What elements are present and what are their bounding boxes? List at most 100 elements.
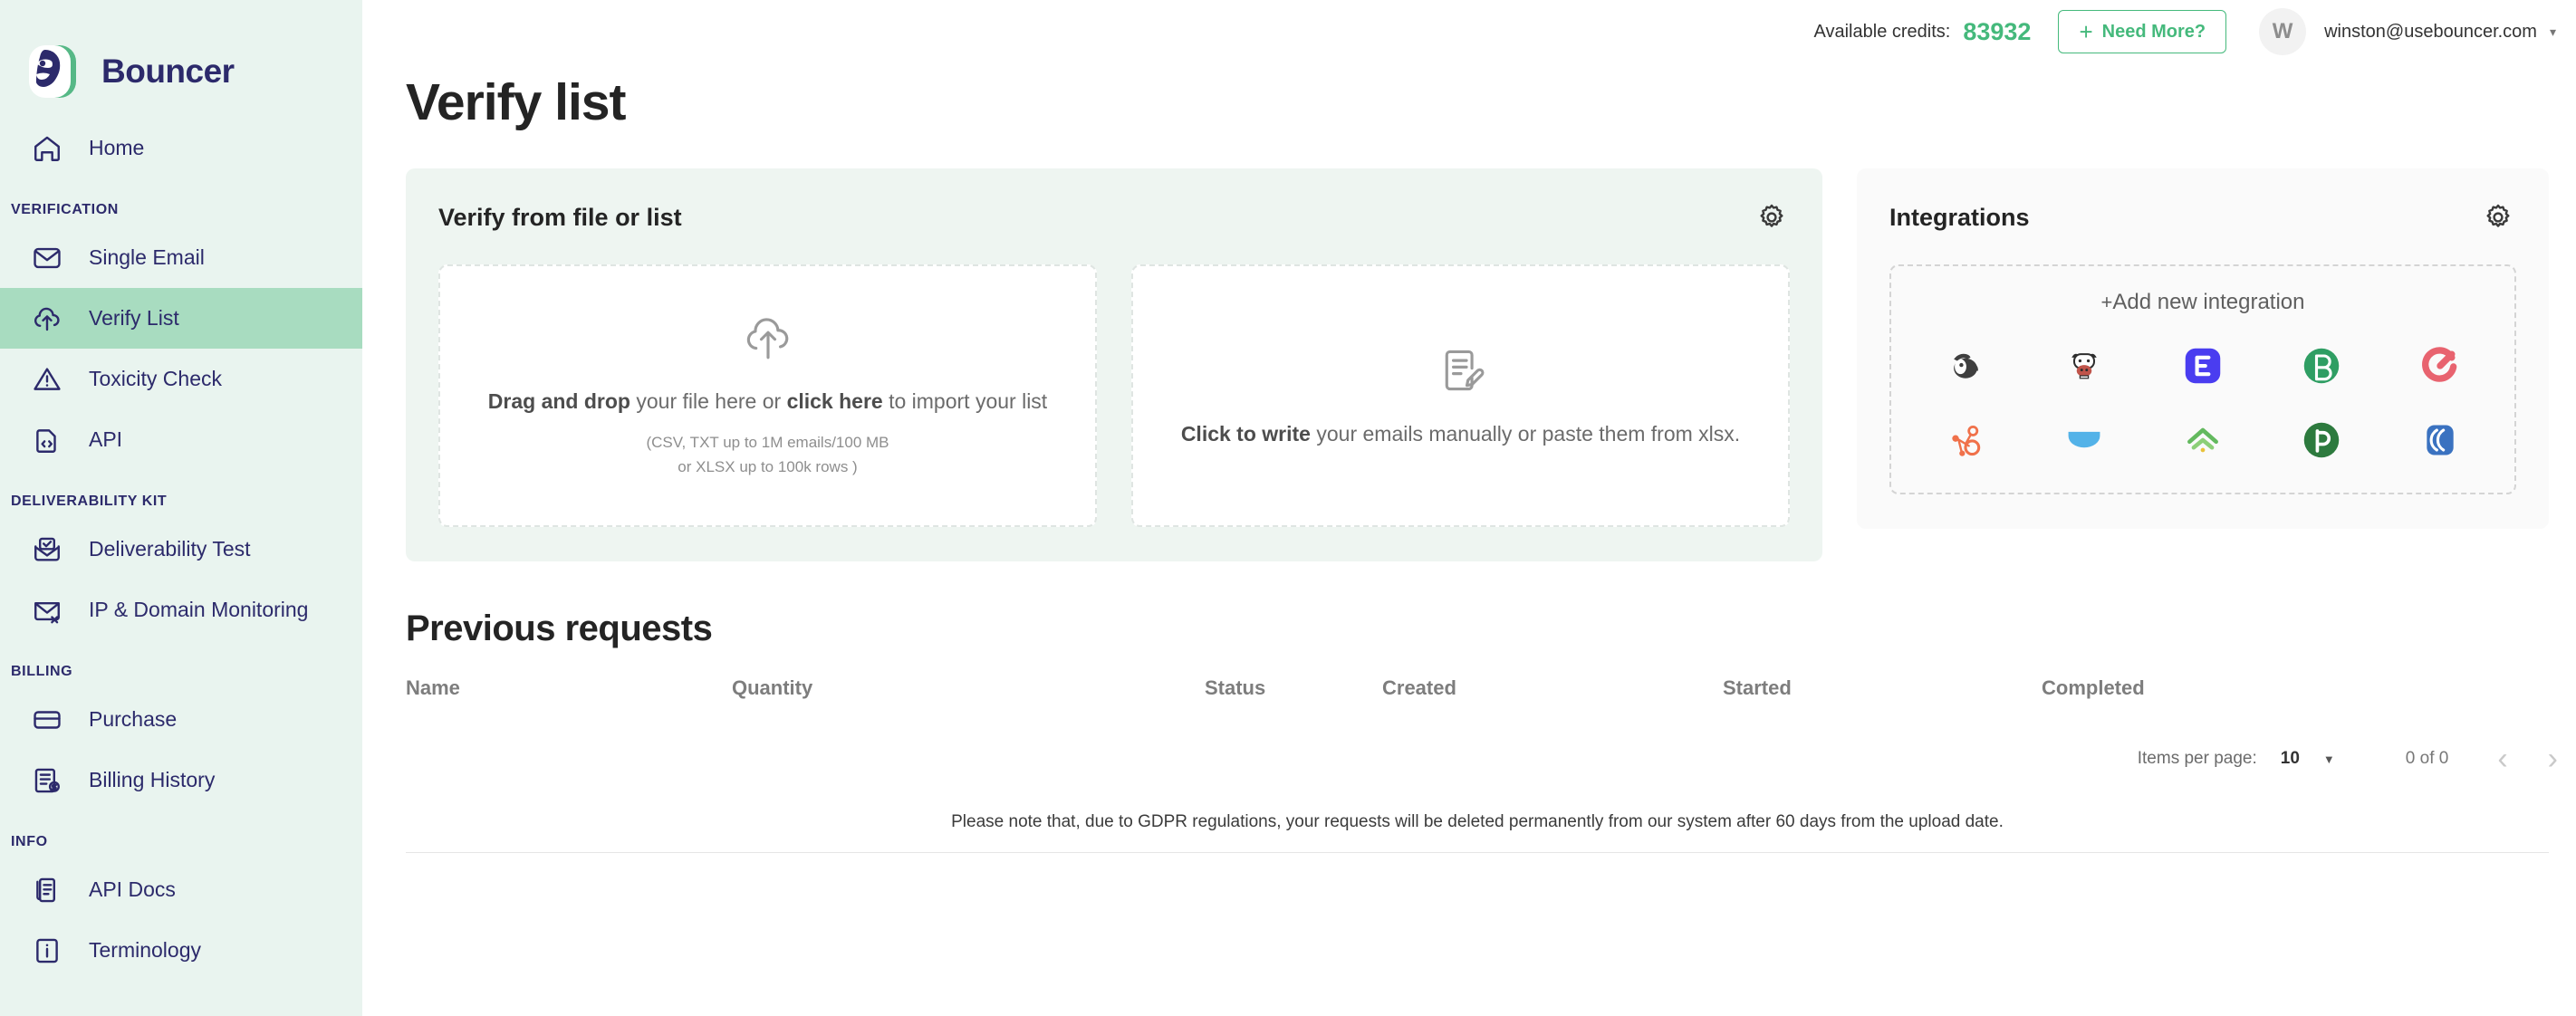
- file-dropzone-bold-1: Drag and drop: [487, 389, 630, 414]
- brand-name: Bouncer: [101, 53, 235, 90]
- available-credits-label: Available credits:: [1813, 21, 1951, 42]
- add-integration-label: Add new integration: [2112, 290, 2305, 314]
- sidebar-section-deliverability-label: DELIVERABILITY KIT: [11, 494, 168, 509]
- sidebar-item-single-email[interactable]: Single Email: [0, 227, 362, 288]
- cards-row: Verify from file or list Drag and drop y…: [362, 132, 2576, 561]
- mailjet-icon[interactable]: [2059, 415, 2110, 465]
- keap-icon[interactable]: [2415, 415, 2465, 465]
- gear-icon[interactable]: [2480, 199, 2516, 235]
- integrations-card-header: Integrations: [1889, 199, 2516, 235]
- available-credits-value: 83932: [1963, 17, 2032, 45]
- sidebar-item-verify-list[interactable]: Verify List: [0, 288, 362, 349]
- main-content: Available credits: 83932 + Need More? W …: [362, 0, 2576, 1016]
- page-title: Verify list: [406, 73, 626, 131]
- info-box-icon: [29, 933, 65, 969]
- avatar-initial: W: [2272, 19, 2293, 43]
- sidebar-item-deliverability-test[interactable]: Deliverability Test: [0, 519, 362, 580]
- manual-entry-dropzone[interactable]: Click to write your emails manually or p…: [1131, 264, 1790, 527]
- sidebar-item-label: Toxicity Check: [89, 367, 222, 390]
- manual-text-1: your emails manually or paste them from …: [1310, 421, 1741, 446]
- manual-bold-1[interactable]: Click to write: [1181, 422, 1311, 446]
- sidebar-item-label: Single Email: [89, 245, 205, 269]
- need-more-button[interactable]: + Need More?: [2058, 10, 2227, 53]
- documents-stack-icon: [29, 872, 65, 908]
- chevron-down-icon[interactable]: ▾: [2550, 24, 2556, 40]
- envelope-x-icon: [29, 592, 65, 628]
- sidebar-item-label: IP & Domain Monitoring: [89, 598, 309, 621]
- file-dropzone-bold-2[interactable]: click here: [787, 389, 883, 413]
- previous-requests-table: Name Quantity Status Created Started Com…: [362, 676, 2576, 700]
- pagination: Items per page: 10 ▼ 0 of 0 ‹ ›: [362, 743, 2576, 774]
- gear-icon[interactable]: [1754, 199, 1790, 235]
- sidebar-item-terminology[interactable]: Terminology: [0, 920, 362, 981]
- leadsbridge-icon[interactable]: [2177, 340, 2228, 391]
- credit-card-icon: [29, 702, 65, 738]
- plus-icon: +: [2079, 18, 2093, 45]
- sidebar-item-label: Billing History: [89, 768, 216, 791]
- file-dropzone-text-1: your file here or: [630, 389, 787, 414]
- file-hint-line-1: (CSV, TXT up to 1M emails/100 MB: [646, 434, 889, 452]
- table-column-completed[interactable]: Completed: [2042, 676, 2145, 700]
- manual-entry-text: Click to write your emails manually or p…: [1181, 421, 1740, 448]
- integration-logo-grid: [1909, 340, 2496, 465]
- sidebar-item-label: API: [89, 427, 123, 451]
- add-integration-box: +Add new integration: [1889, 264, 2516, 494]
- chevron-down-icon[interactable]: ▼: [2323, 752, 2335, 766]
- table-column-quantity[interactable]: Quantity: [732, 676, 1205, 700]
- sidebar-item-billing-history[interactable]: Billing History: [0, 750, 362, 810]
- sidebar-section-billing-label: BILLING: [11, 664, 73, 679]
- convertkit-icon[interactable]: [2415, 340, 2465, 391]
- brand-logo[interactable]: Bouncer: [0, 0, 362, 118]
- pipedrive-icon[interactable]: [2296, 415, 2347, 465]
- cloud-upload-icon: [29, 301, 65, 337]
- table-column-created[interactable]: Created: [1382, 676, 1723, 700]
- previous-requests-title: Previous requests: [406, 609, 713, 648]
- file-dropzone[interactable]: Drag and drop your file here or click he…: [438, 264, 1097, 527]
- gdpr-note: Please note that, due to GDPR regulation…: [951, 812, 2004, 831]
- sidebar-item-label: Terminology: [89, 938, 201, 962]
- moosend-icon[interactable]: [2059, 340, 2110, 391]
- document-pencil-icon: [1435, 344, 1487, 401]
- table-column-status[interactable]: Status: [1205, 676, 1382, 700]
- user-email-label[interactable]: winston@usebouncer.com: [2324, 22, 2537, 43]
- sidebar-item-ip-domain-monitoring[interactable]: IP & Domain Monitoring: [0, 580, 362, 640]
- dropzones: Drag and drop your file here or click he…: [438, 264, 1790, 527]
- avatar[interactable]: W: [2259, 8, 2307, 55]
- code-document-icon: [29, 422, 65, 458]
- freshmail-icon[interactable]: [2177, 415, 2228, 465]
- home-icon: [29, 130, 65, 167]
- sidebar-item-home[interactable]: Home: [0, 118, 362, 178]
- brevo-icon[interactable]: [2296, 340, 2347, 391]
- chevron-right-icon[interactable]: ›: [2548, 743, 2558, 774]
- integrations-card: Integrations +Add new integration: [1857, 168, 2549, 529]
- table-column-started[interactable]: Started: [1723, 676, 2042, 700]
- table-column-name[interactable]: Name: [406, 676, 732, 700]
- envelope-check-icon: [29, 532, 65, 568]
- file-dropzone-text-2: to import your list: [882, 389, 1048, 414]
- topbar: Available credits: 83932 + Need More? W …: [362, 0, 2576, 63]
- verify-card-title: Verify from file or list: [438, 203, 682, 231]
- bouncer-gorilla-logo-icon: [25, 43, 82, 100]
- file-hint-line-2: or XLSX up to 100k rows ): [678, 458, 858, 476]
- sidebar-item-purchase[interactable]: Purchase: [0, 689, 362, 750]
- app-root: Bouncer Home VERIFICATION Single Email V…: [0, 0, 2576, 1016]
- table-header-row: Name Quantity Status Created Started Com…: [406, 676, 2549, 700]
- page-range-label: 0 of 0: [2405, 749, 2449, 768]
- sidebar-item-label: API Docs: [89, 877, 176, 901]
- chevron-left-icon[interactable]: ‹: [2497, 743, 2507, 774]
- sidebar: Bouncer Home VERIFICATION Single Email V…: [0, 0, 362, 1016]
- integrations-title: Integrations: [1889, 203, 2030, 231]
- footer-divider: [406, 852, 2549, 853]
- invoice-dollar-icon: [29, 762, 65, 799]
- hubspot-icon[interactable]: [1940, 415, 1991, 465]
- mailchimp-icon[interactable]: [1940, 340, 1991, 391]
- plus-icon: +: [2100, 291, 2113, 313]
- items-per-page-value[interactable]: 10: [2281, 749, 2300, 769]
- sidebar-section-verification-label: VERIFICATION: [11, 202, 119, 217]
- sidebar-item-label: Purchase: [89, 707, 178, 731]
- add-new-integration-button[interactable]: +Add new integration: [1909, 290, 2496, 315]
- sidebar-item-api[interactable]: API: [0, 409, 362, 470]
- sidebar-item-toxicity-check[interactable]: Toxicity Check: [0, 349, 362, 409]
- sidebar-item-api-docs[interactable]: API Docs: [0, 859, 362, 920]
- sidebar-item-label: Verify List: [89, 306, 179, 330]
